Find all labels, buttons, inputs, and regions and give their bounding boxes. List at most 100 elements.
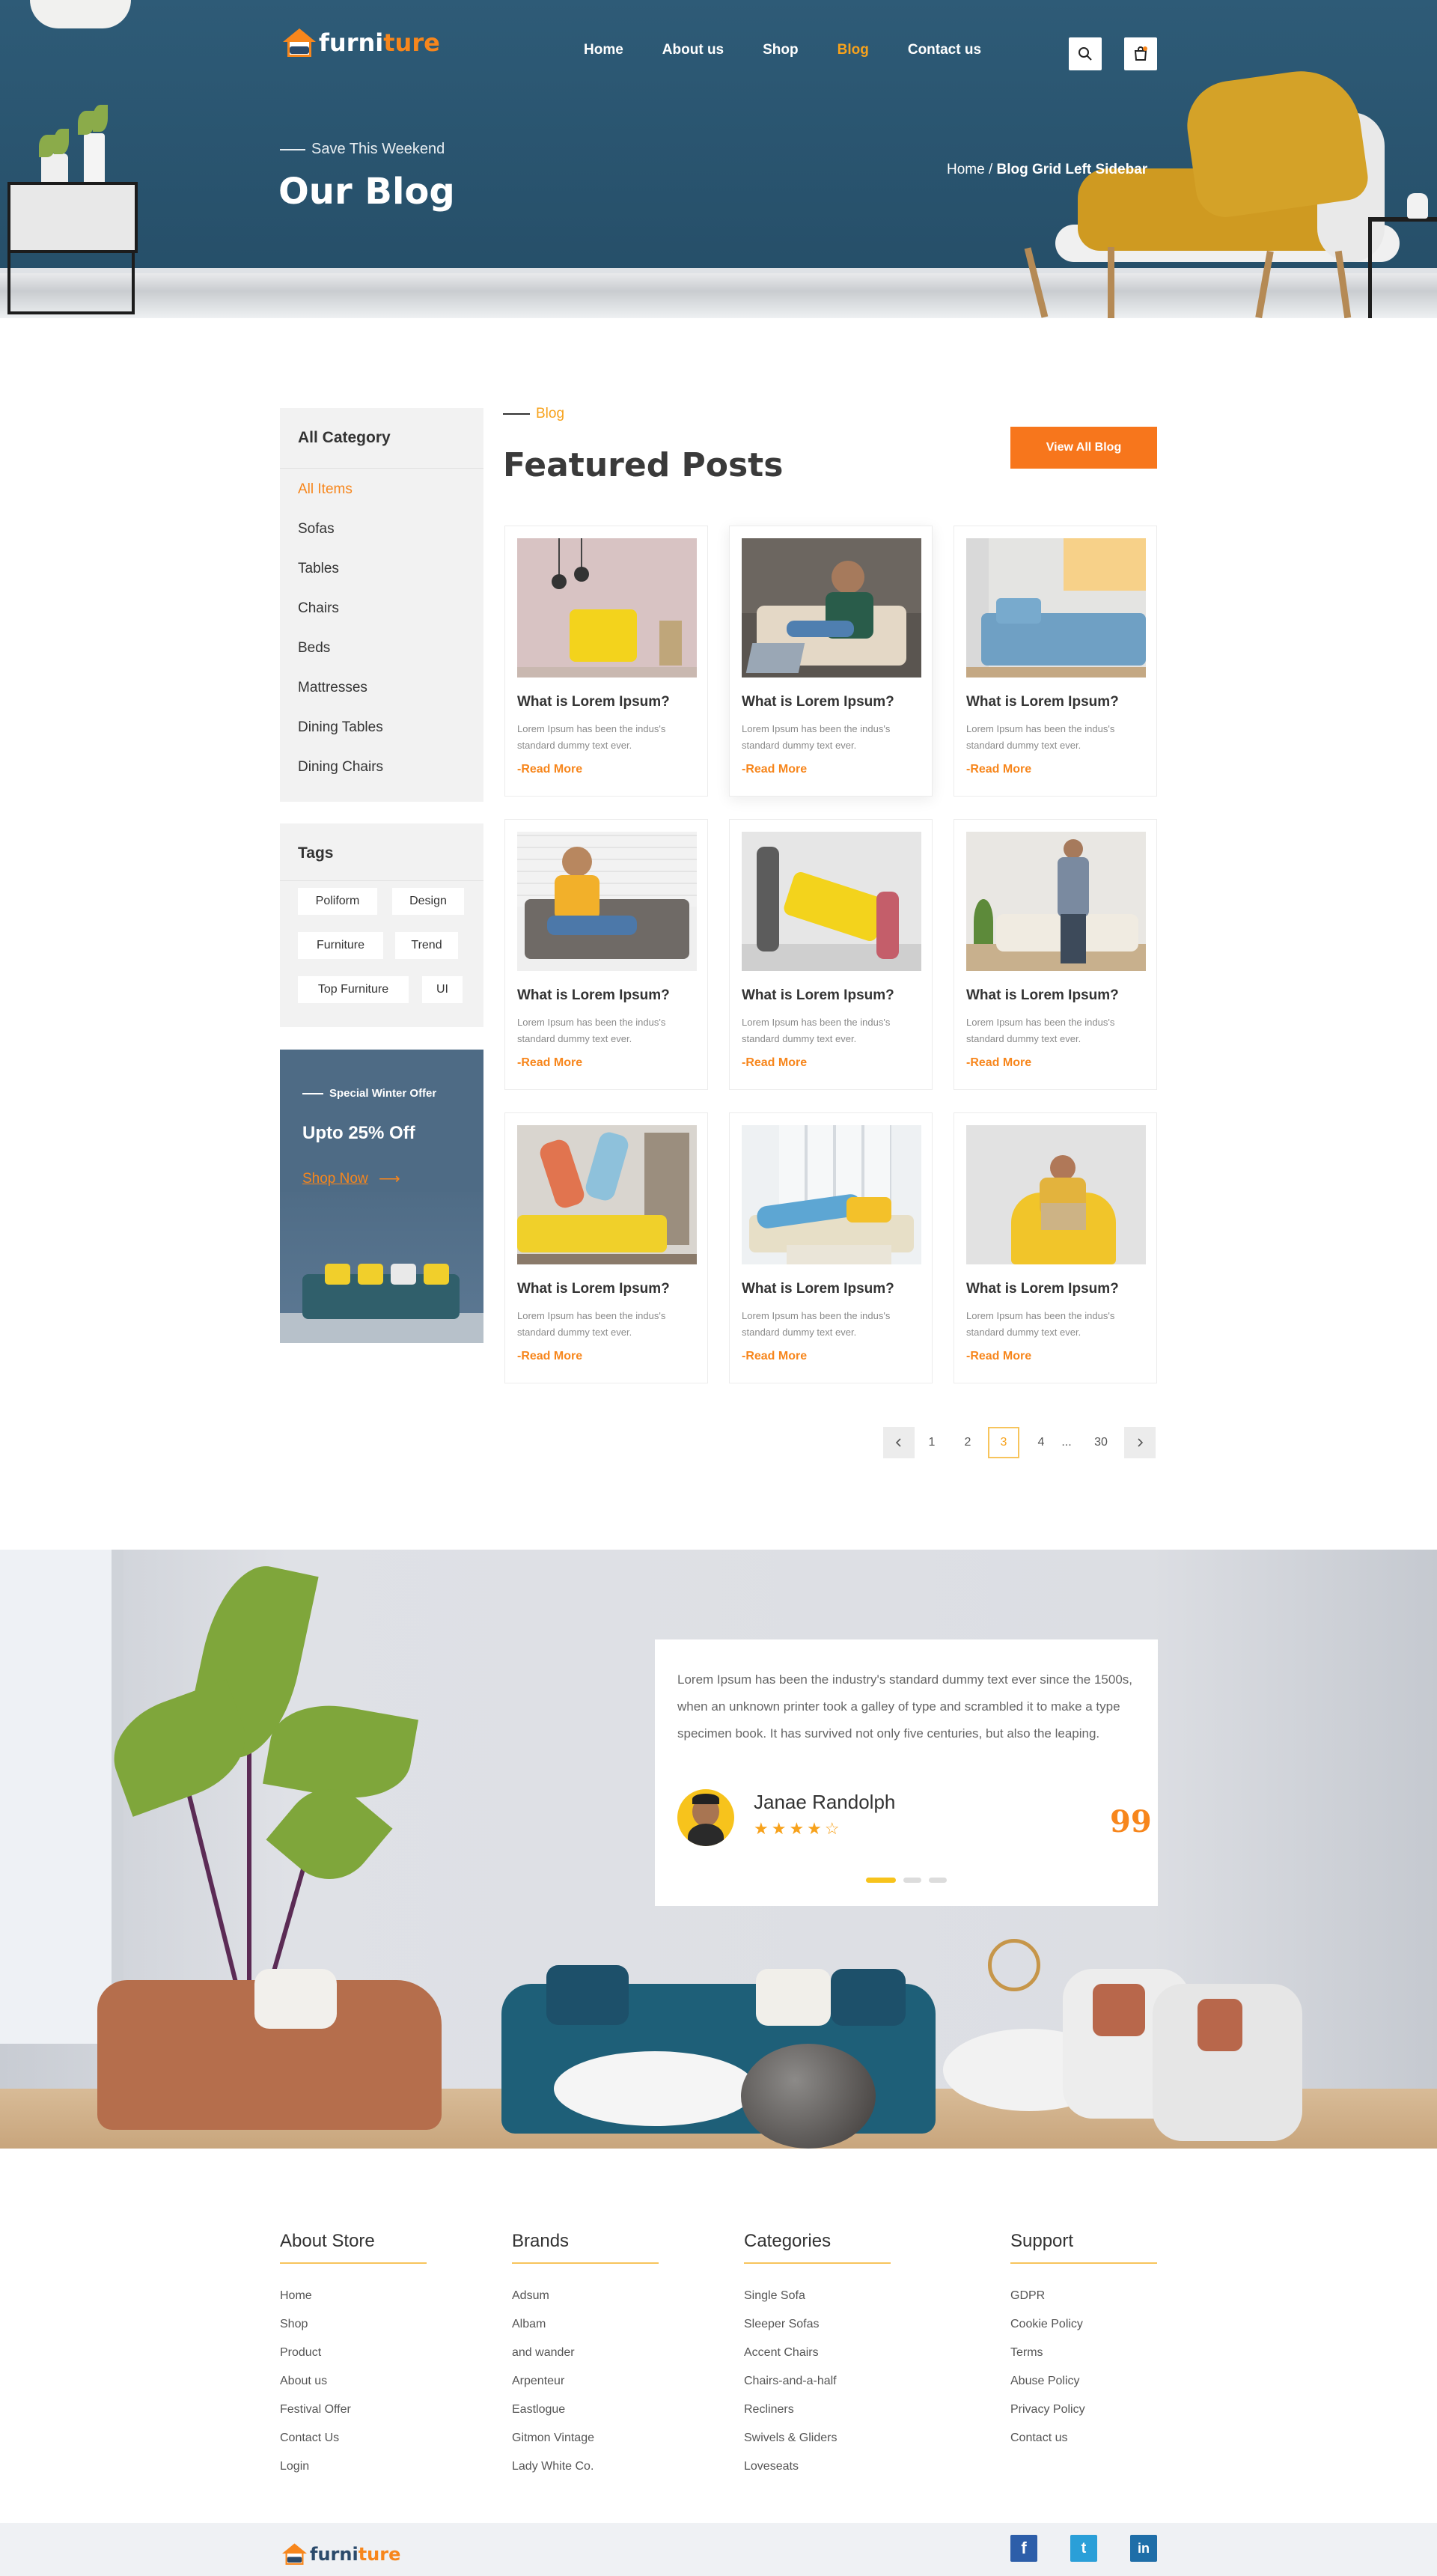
category-dining-tables[interactable]: Dining Tables — [298, 719, 383, 736]
footer-link[interactable]: Adsum — [512, 2289, 549, 2303]
read-more-link[interactable]: -Read More — [517, 1350, 582, 1363]
category-chairs[interactable]: Chairs — [298, 600, 339, 617]
tag-ui[interactable]: UI — [422, 976, 463, 1003]
vase-image — [1407, 193, 1428, 219]
blog-card[interactable]: What is Lorem Ipsum? Lorem Ipsum has bee… — [504, 1112, 708, 1383]
footer-link[interactable]: Lady White Co. — [512, 2460, 594, 2473]
footer-link[interactable]: Contact us — [1010, 2432, 1067, 2445]
tag-trend[interactable]: Trend — [395, 932, 458, 959]
footer-link[interactable]: Accent Chairs — [744, 2346, 819, 2360]
post-excerpt: Lorem Ipsum has been the indus's standar… — [742, 723, 891, 751]
search-button[interactable] — [1069, 37, 1102, 70]
footer-link[interactable]: About us — [280, 2375, 327, 2388]
footer-link[interactable]: Eastlogue — [512, 2403, 565, 2417]
view-all-blog-button[interactable]: View All Blog — [1010, 427, 1157, 469]
footer-link[interactable]: Gitmon Vintage — [512, 2432, 594, 2445]
pagination-prev-button[interactable] — [883, 1427, 915, 1458]
pagination-page[interactable]: 1 — [916, 1427, 948, 1458]
pagination-page[interactable]: 2 — [952, 1427, 983, 1458]
read-more-link[interactable]: -Read More — [742, 763, 807, 776]
cart-icon — [1134, 46, 1147, 61]
blog-card[interactable]: What is Lorem Ipsum? Lorem Ipsum has bee… — [504, 526, 708, 797]
post-title[interactable]: What is Lorem Ipsum? — [742, 1281, 894, 1297]
footer-link[interactable]: Cookie Policy — [1010, 2318, 1083, 2331]
footer-link[interactable]: Home — [280, 2289, 312, 2303]
footer-link[interactable]: and wander — [512, 2346, 575, 2360]
read-more-link[interactable]: -Read More — [966, 763, 1031, 776]
blog-card[interactable]: What is Lorem Ipsum? Lorem Ipsum has bee… — [729, 526, 933, 797]
footer-link[interactable]: Abuse Policy — [1010, 2375, 1080, 2388]
read-more-link[interactable]: -Read More — [742, 1056, 807, 1070]
post-title[interactable]: What is Lorem Ipsum? — [966, 987, 1119, 1004]
pagination-page-current[interactable]: 3 — [988, 1427, 1019, 1458]
read-more-link[interactable]: -Read More — [742, 1350, 807, 1363]
read-more-link[interactable]: -Read More — [517, 763, 582, 776]
footer-link[interactable]: Recliners — [744, 2403, 794, 2417]
footer-link[interactable]: Shop — [280, 2318, 308, 2331]
footer-link[interactable]: Privacy Policy — [1010, 2403, 1085, 2417]
blog-card[interactable]: What is Lorem Ipsum? Lorem Ipsum has bee… — [954, 1112, 1157, 1383]
footer-link[interactable]: Chairs-and-a-half — [744, 2375, 837, 2388]
nav-about[interactable]: About us — [662, 42, 724, 58]
tag-top-furniture[interactable]: Top Furniture — [298, 976, 409, 1003]
nav-shop[interactable]: Shop — [763, 42, 799, 58]
post-title[interactable]: What is Lorem Ipsum? — [966, 694, 1119, 710]
breadcrumb-current: Blog Grid Left Sidebar — [996, 162, 1148, 177]
tag-design[interactable]: Design — [392, 888, 464, 915]
category-dining-chairs[interactable]: Dining Chairs — [298, 759, 383, 776]
footer-link[interactable]: Sleeper Sofas — [744, 2318, 820, 2331]
post-title[interactable]: What is Lorem Ipsum? — [742, 694, 894, 710]
promo-banner[interactable]: Special Winter Offer Upto 25% Off Shop N… — [280, 1050, 483, 1343]
category-beds[interactable]: Beds — [298, 640, 330, 657]
category-tables[interactable]: Tables — [298, 561, 339, 577]
category-all-items[interactable]: All Items — [298, 481, 353, 498]
blog-card[interactable]: What is Lorem Ipsum? Lorem Ipsum has bee… — [954, 526, 1157, 797]
blog-card[interactable]: What is Lorem Ipsum? Lorem Ipsum has bee… — [504, 819, 708, 1090]
blog-card[interactable]: What is Lorem Ipsum? Lorem Ipsum has bee… — [729, 819, 933, 1090]
post-title[interactable]: What is Lorem Ipsum? — [517, 1281, 670, 1297]
post-title[interactable]: What is Lorem Ipsum? — [966, 1281, 1119, 1297]
read-more-link[interactable]: -Read More — [966, 1056, 1031, 1070]
tag-furniture[interactable]: Furniture — [298, 932, 383, 959]
category-mattresses[interactable]: Mattresses — [298, 680, 367, 696]
post-title[interactable]: What is Lorem Ipsum? — [517, 987, 670, 1004]
tag-poliform[interactable]: Poliform — [298, 888, 377, 915]
post-title[interactable]: What is Lorem Ipsum? — [742, 987, 894, 1004]
footer-link[interactable]: Arpenteur — [512, 2375, 564, 2388]
footer-link[interactable]: Login — [280, 2460, 309, 2473]
footer-link[interactable]: Loveseats — [744, 2460, 799, 2473]
blog-card[interactable]: What is Lorem Ipsum? Lorem Ipsum has bee… — [954, 819, 1157, 1090]
footer-link[interactable]: Swivels & Gliders — [744, 2432, 837, 2445]
breadcrumb-home[interactable]: Home / — [947, 162, 992, 177]
read-more-link[interactable]: -Read More — [966, 1350, 1031, 1363]
nav-home[interactable]: Home — [584, 42, 623, 58]
carousel-dot-active[interactable] — [866, 1878, 896, 1883]
nav-blog[interactable]: Blog — [838, 42, 869, 58]
brand-logo[interactable]: furni ture — [280, 28, 440, 57]
footer-link[interactable]: GDPR — [1010, 2289, 1045, 2303]
pagination-next-button[interactable] — [1124, 1427, 1156, 1458]
footer-link[interactable]: Product — [280, 2346, 321, 2360]
post-title[interactable]: What is Lorem Ipsum? — [517, 694, 670, 710]
footer-logo[interactable]: furni ture — [280, 2536, 400, 2565]
footer-link[interactable]: Terms — [1010, 2346, 1043, 2360]
linkedin-icon[interactable]: in — [1130, 2535, 1157, 2562]
carousel-dot[interactable] — [929, 1878, 947, 1883]
pagination-page[interactable]: 30 — [1085, 1427, 1117, 1458]
footer-link[interactable]: Single Sofa — [744, 2289, 805, 2303]
pagination-page[interactable]: 4 — [1025, 1427, 1057, 1458]
promo-shop-now-link[interactable]: Shop Now — [302, 1171, 368, 1187]
blog-card[interactable]: What is Lorem Ipsum? Lorem Ipsum has bee… — [729, 1112, 933, 1383]
facebook-icon[interactable]: f — [1010, 2535, 1037, 2562]
cart-button[interactable] — [1124, 37, 1157, 70]
twitter-icon[interactable]: t — [1070, 2535, 1097, 2562]
nav-contact[interactable]: Contact us — [908, 42, 981, 58]
divider — [280, 880, 483, 881]
read-more-link[interactable]: -Read More — [517, 1056, 582, 1070]
carousel-dot[interactable] — [903, 1878, 921, 1883]
footer-link[interactable]: Albam — [512, 2318, 546, 2331]
tags-title: Tags — [298, 844, 334, 862]
footer-link[interactable]: Contact Us — [280, 2432, 339, 2445]
category-sofas[interactable]: Sofas — [298, 521, 335, 538]
footer-link[interactable]: Festival Offer — [280, 2403, 351, 2417]
